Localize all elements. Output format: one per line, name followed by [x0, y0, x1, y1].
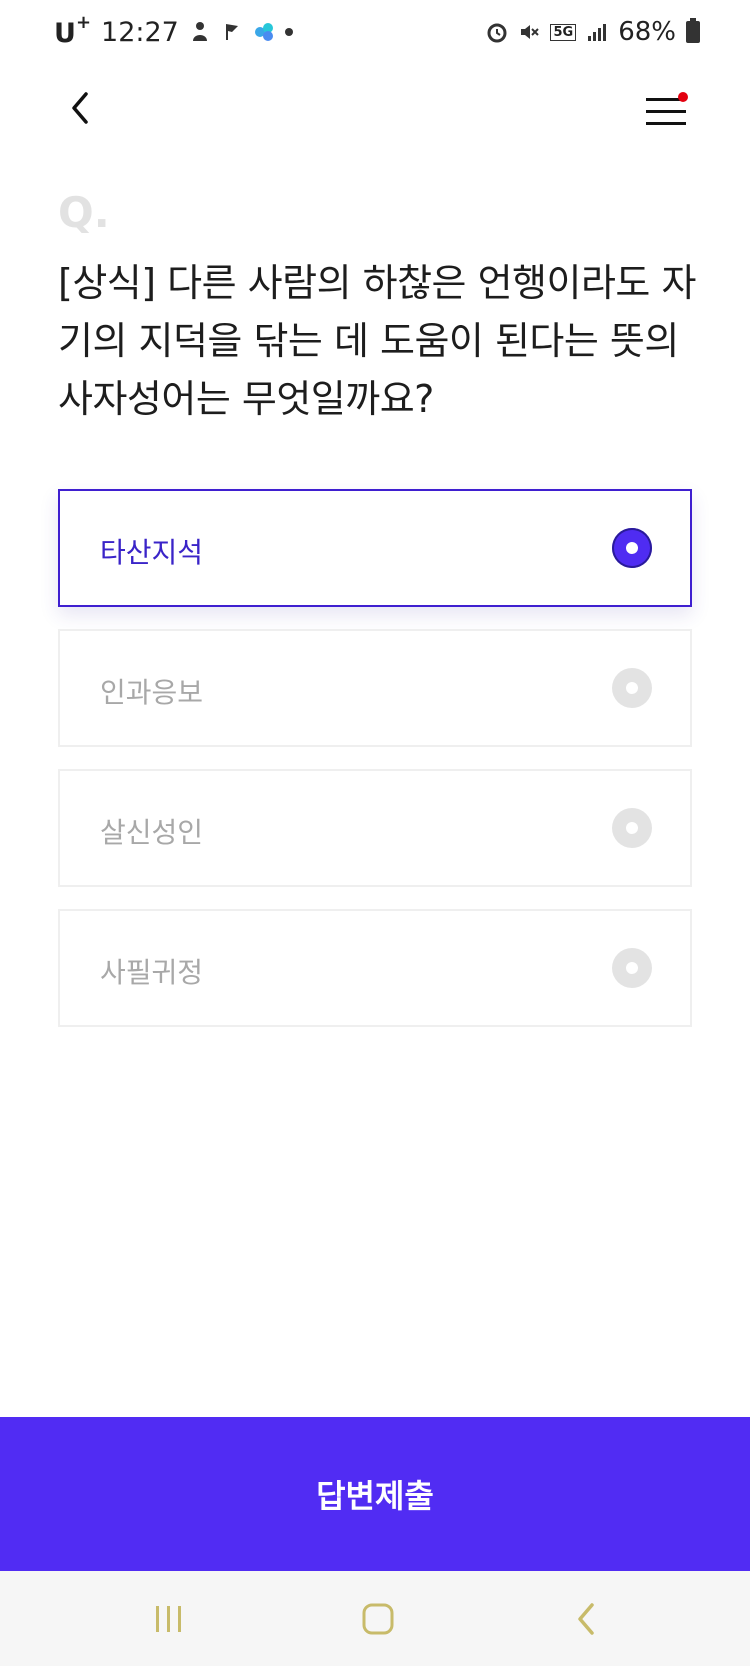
battery-percent: 68% [618, 17, 676, 47]
mute-icon [518, 21, 540, 43]
alarm-icon [486, 21, 508, 43]
system-nav-bar [0, 1571, 750, 1666]
answer-option[interactable]: 사필귀정 [58, 909, 692, 1027]
chevron-left-icon [72, 92, 88, 124]
notification-badge [678, 92, 688, 102]
radio-icon [612, 808, 652, 848]
carrier-label: U+ [54, 11, 92, 49]
radio-icon [612, 668, 652, 708]
radio-icon [612, 948, 652, 988]
answer-option[interactable]: 살신성인 [58, 769, 692, 887]
submit-answer-button[interactable]: 답변제출 [0, 1417, 750, 1571]
clock: 12:27 [101, 16, 179, 48]
answer-option[interactable]: 타산지석 [58, 489, 692, 607]
menu-button[interactable] [646, 92, 690, 132]
option-label: 인과응보 [100, 676, 204, 709]
question-marker: Q. [58, 188, 110, 237]
recent-apps-button[interactable] [138, 1599, 198, 1639]
option-label: 살신성인 [100, 816, 204, 849]
home-icon [362, 1603, 394, 1635]
status-bar: U+ 12:27 5G 68% [0, 0, 750, 64]
app-sparkle-icon [253, 21, 275, 43]
radio-selected-icon [612, 528, 652, 568]
nav-back-button[interactable] [558, 1599, 618, 1639]
answer-options: 타산지석 인과응보 살신성인 사필귀정 [58, 489, 692, 1049]
header [0, 64, 750, 164]
notification-icon [189, 21, 211, 43]
option-label: 사필귀정 [100, 956, 204, 989]
back-icon [578, 1603, 594, 1635]
home-button[interactable] [348, 1599, 408, 1639]
signal-icon [586, 21, 608, 43]
recent-apps-icon [156, 1606, 181, 1632]
option-label: 타산지석 [100, 536, 204, 569]
more-notifications-icon [284, 28, 293, 36]
answer-option[interactable]: 인과응보 [58, 629, 692, 747]
flag-icon [221, 21, 243, 43]
battery-icon [686, 18, 700, 43]
network-type: 5G [550, 23, 577, 41]
back-button[interactable] [62, 86, 106, 130]
question-text: [상식] 다른 사람의 하찮은 언행이라도 자기의 지덕을 닦는 데 도움이 된… [58, 261, 696, 421]
